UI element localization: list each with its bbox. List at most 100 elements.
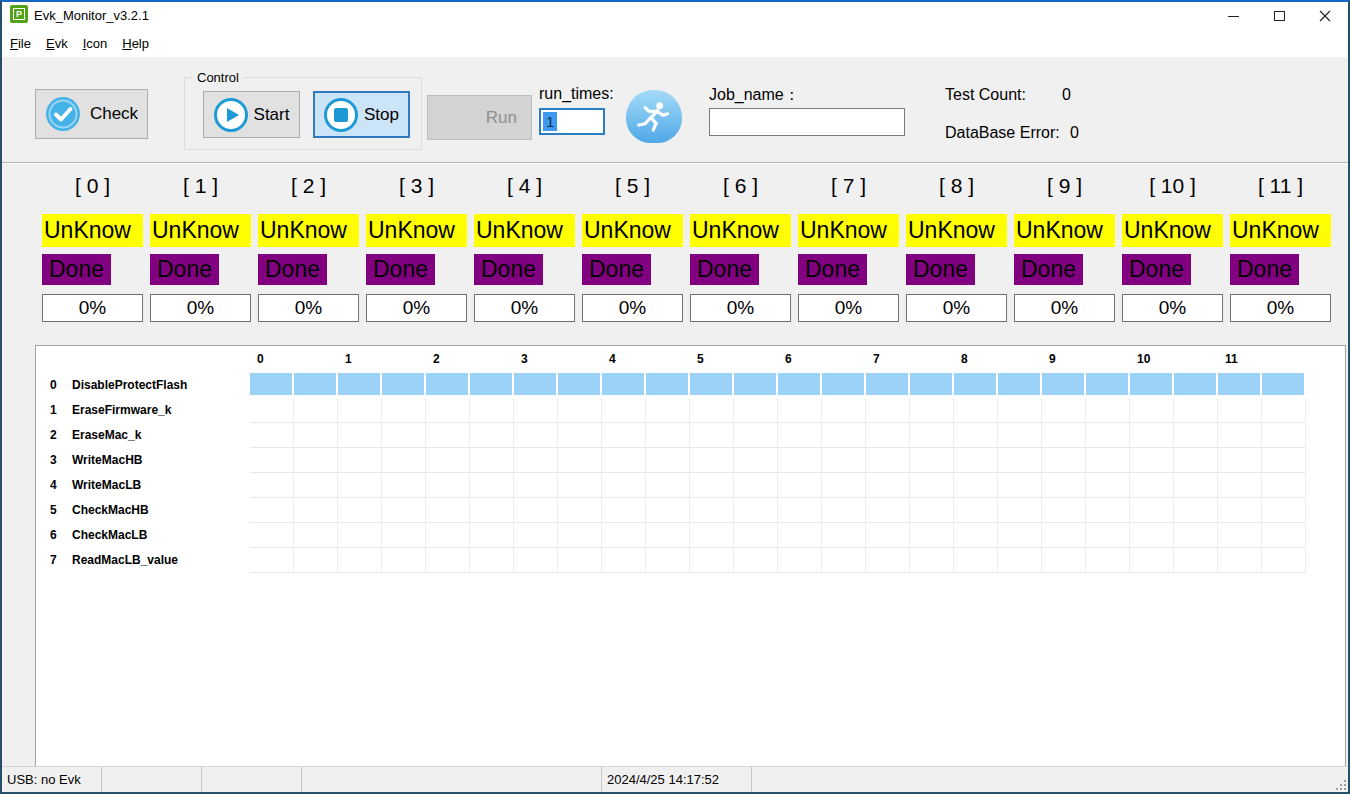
grid-cell xyxy=(514,423,558,448)
grid-cell xyxy=(646,523,690,548)
start-button[interactable]: Start xyxy=(203,91,300,138)
grid-cell xyxy=(1218,498,1262,523)
grid-cell xyxy=(910,498,954,523)
statusbar-segment xyxy=(102,767,202,792)
grid-cell xyxy=(250,373,294,398)
grid-cell xyxy=(426,423,470,448)
menu-item-icon[interactable]: Icon xyxy=(83,36,108,51)
run-times-input[interactable]: 1 xyxy=(539,108,605,135)
resize-grip-icon[interactable] xyxy=(1336,780,1346,790)
close-button[interactable] xyxy=(1302,2,1348,30)
grid-col-header-5: 5 xyxy=(690,352,704,368)
grid-cell xyxy=(338,373,382,398)
grid-cell xyxy=(1218,448,1262,473)
status-bar: USB: no Evk2024/4/25 14:17:52 xyxy=(2,766,1348,792)
grid-cell xyxy=(954,398,998,423)
grid-cell xyxy=(1174,498,1218,523)
grid-cell xyxy=(954,423,998,448)
grid-cell xyxy=(1042,498,1086,523)
device-column-5: [ 5 ]UnKnowDone0% xyxy=(582,164,683,329)
grid-cell xyxy=(1130,423,1174,448)
run-button[interactable]: Run xyxy=(427,95,532,140)
check-button-label: Check xyxy=(90,104,138,124)
statusbar-usb: USB: no Evk xyxy=(2,767,102,792)
grid-cell xyxy=(822,423,866,448)
check-button[interactable]: Check xyxy=(35,89,148,139)
grid-cell xyxy=(998,548,1042,573)
grid-cell xyxy=(250,473,294,498)
statusbar-segment xyxy=(202,767,302,792)
grid-cell xyxy=(1174,423,1218,448)
grid-cell xyxy=(426,448,470,473)
stop-button[interactable]: Stop xyxy=(313,91,410,138)
grid-cell xyxy=(426,398,470,423)
device-stage-badge: Done xyxy=(1122,254,1191,285)
grid-cell xyxy=(1042,398,1086,423)
grid-cell xyxy=(426,548,470,573)
task-row-name: ReadMacLB_value xyxy=(72,548,178,573)
run-times-value: 1 xyxy=(543,112,557,131)
grid-cell xyxy=(558,448,602,473)
device-column-10: [ 10 ]UnKnowDone0% xyxy=(1122,164,1223,329)
device-index-label: [ 8 ] xyxy=(906,174,1007,198)
grid-cell xyxy=(734,448,778,473)
grid-cell xyxy=(822,373,866,398)
device-index-label: [ 7 ] xyxy=(798,174,899,198)
grid-cell xyxy=(382,373,426,398)
device-status-badge: UnKnow xyxy=(474,214,575,247)
device-column-0: [ 0 ]UnKnowDone0% xyxy=(42,164,143,329)
job-name-input[interactable] xyxy=(709,108,905,136)
menu-item-help[interactable]: Help xyxy=(122,36,149,51)
runner-icon[interactable] xyxy=(626,90,682,143)
device-status-badge: UnKnow xyxy=(582,214,683,247)
device-column-11: [ 11 ]UnKnowDone0% xyxy=(1230,164,1331,329)
grid-col-header-8: 8 xyxy=(954,352,968,368)
grid-cell xyxy=(1218,423,1262,448)
grid-cell xyxy=(338,473,382,498)
grid-cell xyxy=(1086,523,1130,548)
device-index-label: [ 6 ] xyxy=(690,174,791,198)
grid-cell xyxy=(602,398,646,423)
menu-item-file[interactable]: File xyxy=(10,36,31,51)
grid-cell xyxy=(734,523,778,548)
device-column-9: [ 9 ]UnKnowDone0% xyxy=(1014,164,1115,329)
grid-cell xyxy=(382,398,426,423)
grid-cell xyxy=(1174,398,1218,423)
menu-item-evk[interactable]: Evk xyxy=(46,36,68,51)
grid-cell xyxy=(294,473,338,498)
grid-cell xyxy=(866,423,910,448)
grid-col-header-11: 11 xyxy=(1218,352,1238,368)
grid-cell xyxy=(1130,473,1174,498)
grid-cell xyxy=(998,523,1042,548)
device-status-badge: UnKnow xyxy=(1122,214,1223,247)
grid-cell xyxy=(690,398,734,423)
grid-cell xyxy=(1042,448,1086,473)
test-count-label: Test Count: xyxy=(945,86,1026,104)
grid-cell xyxy=(954,498,998,523)
maximize-button[interactable] xyxy=(1256,2,1302,30)
task-row-name: EraseMac_k xyxy=(72,423,141,448)
grid-cell xyxy=(998,423,1042,448)
run-button-label: Run xyxy=(486,108,517,128)
menu-bar: File Evk Icon Help xyxy=(2,30,1348,57)
grid-cell xyxy=(602,448,646,473)
grid-cell xyxy=(822,448,866,473)
grid-cell xyxy=(778,373,822,398)
grid-cell xyxy=(1042,423,1086,448)
maximize-icon xyxy=(1274,11,1285,21)
grid-cell xyxy=(250,448,294,473)
grid-cell xyxy=(470,398,514,423)
grid-cell xyxy=(646,448,690,473)
grid-cell xyxy=(778,398,822,423)
device-column-8: [ 8 ]UnKnowDone0% xyxy=(906,164,1007,329)
task-row-name: DisableProtectFlash xyxy=(72,373,187,398)
app-icon: P xyxy=(10,5,28,23)
minimize-button[interactable] xyxy=(1210,2,1256,30)
grid-cell xyxy=(866,523,910,548)
grid-cell xyxy=(1262,523,1306,548)
device-stage-badge: Done xyxy=(366,254,435,285)
grid-cell xyxy=(1130,448,1174,473)
grid-cell xyxy=(470,473,514,498)
grid-cell xyxy=(690,448,734,473)
task-row-number: 5 xyxy=(50,498,70,523)
